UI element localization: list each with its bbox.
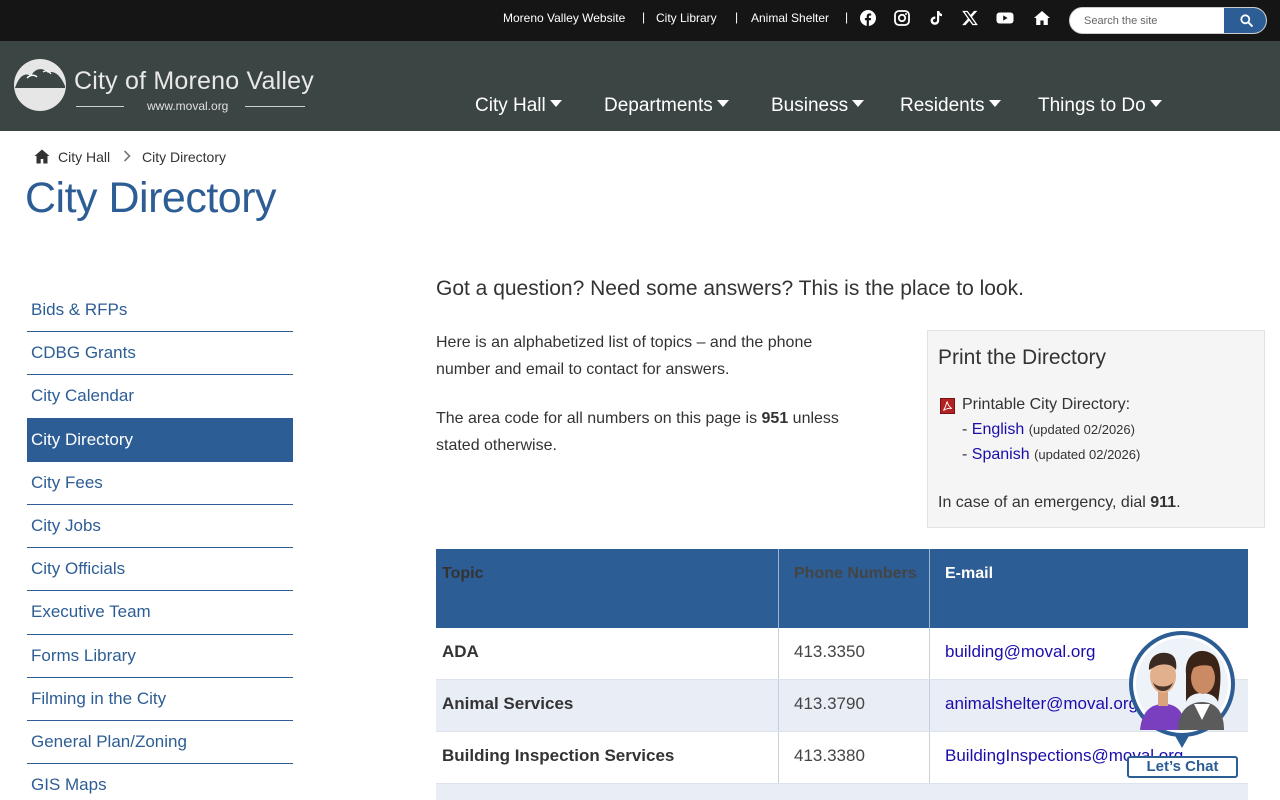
spanish-line: - Spanish (updated 02/2026) — [962, 446, 1140, 464]
utility-separator: | — [642, 10, 646, 24]
area-code-text: The area code for all numbers on this pa… — [436, 405, 856, 459]
utility-separator: | — [735, 10, 739, 24]
instagram-icon[interactable] — [894, 10, 912, 28]
search-icon — [1240, 14, 1253, 27]
search-input[interactable] — [1070, 8, 1224, 33]
breadcrumb-city-hall[interactable]: City Hall — [58, 149, 110, 165]
row-phone: 413.3790 — [779, 680, 930, 731]
nav-label: Things to Do — [1038, 95, 1146, 116]
site-search — [1069, 7, 1267, 34]
youtube-icon[interactable] — [996, 10, 1014, 28]
row-phone: 413.3380 — [779, 732, 930, 783]
nav-label: Business — [771, 95, 849, 116]
utility-separator: | — [845, 10, 849, 24]
print-box-title: Print the Directory — [938, 346, 1107, 369]
search-button[interactable] — [1224, 8, 1266, 33]
nav-business[interactable]: Business — [771, 95, 865, 117]
row-topic: Building Inspection Services — [436, 732, 779, 783]
tiktok-icon[interactable] — [928, 10, 946, 28]
nav-residents[interactable]: Residents — [900, 95, 1001, 117]
chat-avatars-icon — [1129, 631, 1235, 748]
chevron-right-icon — [123, 150, 131, 162]
logo-rule-left — [76, 106, 124, 107]
row-topic: ADA — [436, 628, 779, 679]
emergency-text: In case of an emergency, dial 911. — [938, 494, 1181, 512]
sidebar-item-city-fees[interactable]: City Fees — [27, 462, 293, 505]
area-code-value: 951 — [761, 410, 789, 427]
english-pdf-link[interactable]: English — [972, 421, 1024, 438]
nav-label: Residents — [900, 95, 985, 116]
print-directory-box: Print the Directory Printable City Direc… — [927, 330, 1265, 528]
sidebar-item-cdbg-grants[interactable]: CDBG Grants — [27, 332, 293, 376]
emergency-number: 911 — [1150, 494, 1177, 511]
area-code-prefix: The area code for all numbers on this pa… — [436, 410, 762, 427]
pdf-icon — [940, 398, 955, 414]
header-topic: Topic — [436, 549, 779, 628]
updated-note: (updated 02/2026) — [1028, 422, 1135, 437]
emergency-suffix: . — [1176, 494, 1181, 511]
caret-down-icon — [988, 100, 1001, 108]
city-library-link[interactable]: City Library — [656, 11, 717, 25]
sidebar-item-forms-library[interactable]: Forms Library — [27, 635, 293, 678]
page-title: City Directory — [25, 174, 277, 222]
caret-down-icon — [549, 100, 562, 108]
logo-title: City of Moreno Valley — [74, 67, 314, 95]
sidebar-item-city-calendar[interactable]: City Calendar — [27, 375, 293, 419]
logo-url: www.moval.org — [147, 99, 229, 113]
nav-label: Departments — [604, 95, 713, 116]
sidebar-item-bids-rfps[interactable]: Bids & RFPs — [27, 289, 293, 333]
intro-text: Here is an alphabetized list of topics –… — [436, 334, 813, 378]
nav-city-hall[interactable]: City Hall — [475, 95, 562, 117]
sidebar-item-city-officials[interactable]: City Officials — [27, 548, 293, 592]
x-icon[interactable] — [962, 10, 980, 28]
sidebar-item-executive-team[interactable]: Executive Team — [27, 591, 293, 635]
moreno-valley-website-link[interactable]: Moreno Valley Website — [503, 11, 625, 25]
logo-rule-right — [245, 106, 305, 107]
header-phone: Phone Numbers — [779, 549, 930, 628]
breadcrumb-current: City Directory — [142, 149, 227, 165]
link-prefix: - — [962, 446, 972, 463]
sidebar-item-gis-maps[interactable]: GIS Maps — [27, 764, 293, 800]
english-line: - English (updated 02/2026) — [962, 421, 1135, 439]
printable-directory-label: Printable City Directory: — [962, 396, 1131, 413]
home-icon[interactable] — [1033, 10, 1051, 28]
facebook-icon[interactable] — [860, 10, 878, 28]
lets-chat-button[interactable]: Let’s Chat — [1127, 756, 1238, 778]
nav-things-to-do[interactable]: Things to Do — [1038, 95, 1162, 117]
sidebar-nav: Bids & RFPs CDBG Grants City Calendar Ci… — [27, 289, 293, 800]
caret-down-icon — [1149, 100, 1162, 108]
city-logo[interactable]: City of Moreno Valley www.moval.org — [13, 58, 314, 118]
caret-down-icon — [852, 100, 865, 108]
updated-note: (updated 02/2026) — [1034, 447, 1141, 462]
header-email: E-mail — [945, 565, 994, 582]
sidebar-item-city-jobs[interactable]: City Jobs — [27, 505, 293, 549]
link-prefix: - — [962, 421, 972, 438]
city-seal-icon — [14, 59, 66, 111]
site-header: City of Moreno Valley www.moval.org City… — [0, 41, 1280, 131]
animal-shelter-link[interactable]: Animal Shelter — [751, 11, 829, 25]
table-header: Topic Phone Numbers E-mail — [436, 549, 1248, 628]
sidebar-item-general-plan[interactable]: General Plan/Zoning — [27, 721, 293, 765]
utility-bar: Moreno Valley Website | City Library | A… — [0, 0, 1280, 41]
nav-departments[interactable]: Departments — [604, 95, 729, 117]
row-phone: 413.3350 — [779, 628, 930, 679]
sidebar-item-filming[interactable]: Filming in the City — [27, 678, 293, 721]
row-topic: Animal Services — [436, 680, 779, 731]
lead-text: Got a question? Need some answers? This … — [436, 277, 1024, 300]
spanish-pdf-link[interactable]: Spanish — [972, 446, 1030, 463]
emergency-prefix: In case of an emergency, dial — [938, 494, 1151, 511]
table-row — [436, 784, 1248, 800]
nav-label: City Hall — [475, 95, 546, 116]
caret-down-icon — [716, 100, 729, 108]
sidebar-item-city-directory[interactable]: City Directory — [27, 418, 293, 462]
breadcrumb-home-icon[interactable] — [34, 149, 50, 164]
